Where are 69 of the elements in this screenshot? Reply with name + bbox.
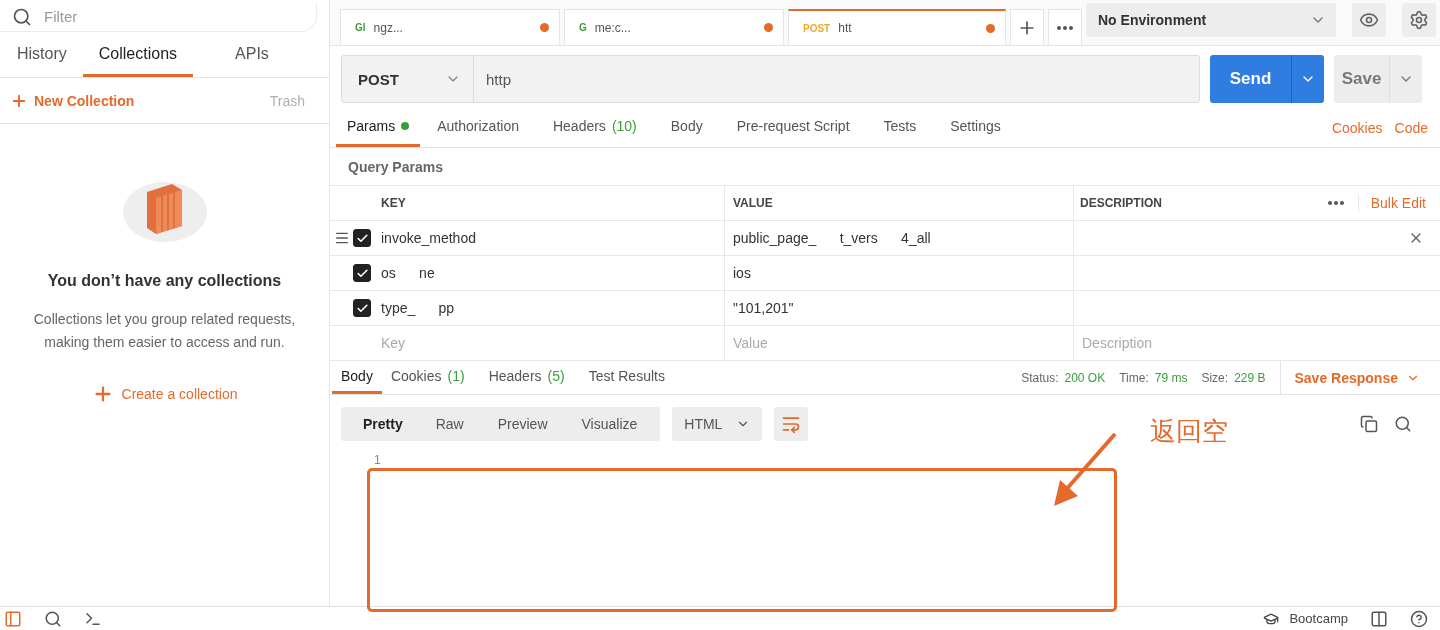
param-value: public_page_ t_vers 4_all [733,230,931,246]
unsaved-dot [540,23,549,32]
request-section-tab[interactable]: Tests [872,108,928,147]
check-icon [355,266,369,280]
checkbox[interactable] [353,299,371,317]
checkbox[interactable] [353,229,371,247]
drag-handle-icon[interactable] [334,230,350,246]
help-icon[interactable] [1410,609,1428,628]
new-tab-button[interactable] [1010,9,1044,45]
param-value: ios [733,265,751,281]
layout-icon[interactable] [1370,609,1388,628]
unsaved-dot [764,23,773,32]
empty-title: You don’t have any collections [47,272,282,290]
column-header: KEY [381,196,406,210]
search-icon[interactable] [44,609,62,628]
eye-button[interactable] [1352,3,1386,37]
environment-select[interactable]: No Environment [1086,3,1336,37]
search-placeholder: Filter [44,8,78,25]
request-section-tab[interactable]: Params [336,108,421,147]
request-section-tab[interactable]: Body [659,108,714,147]
view-tab[interactable]: Preview [480,407,565,441]
param-key: os ne [381,265,435,281]
request-tab[interactable]: POST htt [788,9,1006,45]
response-stat: Size: 229 B [1201,369,1266,387]
column-header: VALUE [733,196,773,210]
param-key: type_ pp [381,300,455,316]
more-icon[interactable] [1327,201,1344,205]
request-section-tab[interactable]: Headers (10) [541,108,648,147]
eye-icon [1359,10,1379,30]
request-section-tab[interactable]: Settings [939,108,1012,147]
response-tab[interactable]: Headers (5) [479,361,574,394]
request-tab[interactable]: Gl ngz... [340,9,560,45]
sidebar-tab[interactable]: History [17,45,67,77]
request-section-tab[interactable]: Pre-request Script [725,108,861,147]
checkbox[interactable] [353,264,371,282]
wrap-button[interactable] [774,407,809,441]
request-tab[interactable]: G me:c... [564,9,784,45]
response-tab[interactable]: Test Results [579,361,674,394]
check-icon [355,301,369,315]
request-section-tab[interactable]: Authorization [426,108,530,147]
response-stat: Status: 200 OK [1021,369,1106,387]
response-tab[interactable]: Body [332,361,382,394]
more-icon [1057,25,1073,30]
search-icon [12,6,32,27]
settings-button[interactable] [1402,3,1436,37]
param-value: "101,201" [733,300,794,316]
annotation-text: 返回空 [1150,415,1228,448]
response-tab[interactable]: Cookies (1) [381,361,474,394]
more-button[interactable] [1048,9,1082,45]
view-tab[interactable]: Visualize [564,407,655,441]
empty-description: Collections let you group related requests, making them easier to access and run. [32,310,297,352]
copy-icon[interactable] [1360,415,1378,433]
sidebar-toggle-icon[interactable] [4,609,22,628]
wrap-icon [781,414,802,434]
bootcamp-link[interactable]: Bootcamp [1263,610,1348,627]
line-number: 1 [374,453,381,467]
view-tab[interactable]: Raw [418,407,481,441]
format-select[interactable]: HTML [672,407,763,441]
sidebar-tab[interactable]: APIs [235,45,269,77]
view-tab[interactable]: Pretty [347,407,419,441]
column-header: DESCRIPTION [1080,196,1162,210]
unsaved-dot [986,23,995,33]
search-icon[interactable] [1394,415,1412,433]
response-stat: Time: 79 ms [1119,369,1188,387]
query-params-title: Query Params [330,148,1440,186]
settings-icon [1409,10,1429,30]
check-icon [355,231,369,245]
sidebar-tab[interactable]: Collections [82,45,194,77]
param-key: invoke_method [381,230,476,246]
